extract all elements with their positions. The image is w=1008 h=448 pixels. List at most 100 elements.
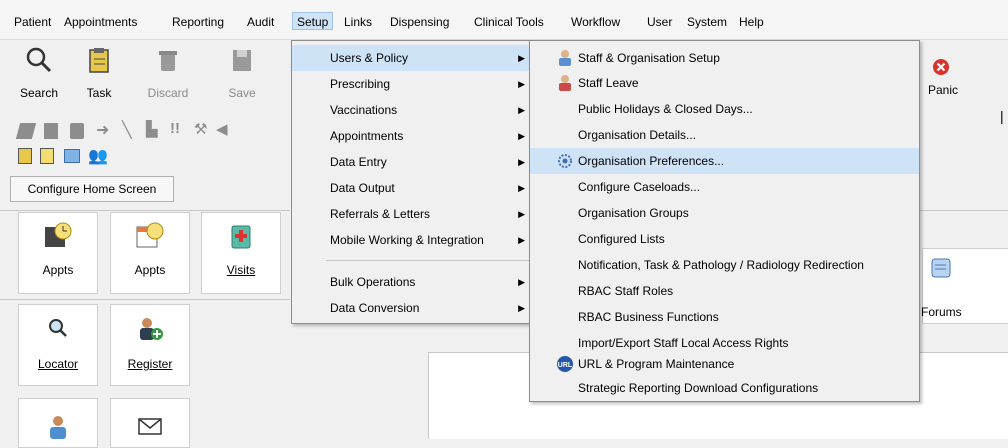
add-person-icon [140,318,163,340]
submenu-arrow-icon: ▶ [518,183,525,193]
search-icon [49,319,67,337]
submenu-arrow-icon: ▶ [518,131,525,141]
task-label: Task [86,86,112,100]
submenu-arrow-icon: ▶ [518,79,525,89]
menu-item-url-program-maintenance[interactable]: URL URL & Program Maintenance [530,351,919,377]
menu-item-staff-organisation-setup[interactable]: Staff & Organisation Setup [530,45,919,71]
visits-label: Visits [226,263,256,277]
menu-item-staff-leave[interactable]: Staff Leave [530,70,919,96]
tools-icon[interactable]: ⚒ [194,120,207,138]
menu-item-prescribing[interactable]: Prescribing ▶ [292,71,533,97]
menu-audit[interactable]: Audit [243,13,278,31]
person-tile[interactable] [18,398,98,448]
users-policy-submenu: Staff & Organisation Setup Staff Leave P… [529,40,920,402]
menu-bar: Patient Appointments Reporting Audit Set… [0,0,1008,40]
menu-workflow[interactable]: Workflow [567,13,624,31]
menu-item-bulk-operations[interactable]: Bulk Operations ▶ [292,269,533,295]
envelope-icon [138,418,162,435]
menu-item-vaccinations[interactable]: Vaccinations ▶ [292,97,533,123]
menu-item-data-conversion[interactable]: Data Conversion ▶ [292,295,533,321]
small-toolbar-row-2: 👥 [18,145,158,167]
menu-item-referrals-letters[interactable]: Referrals & Letters ▶ [292,201,533,227]
search-icon [26,47,52,73]
discard-button[interactable]: Discard [138,42,198,102]
submenu-arrow-icon: ▶ [518,277,525,287]
menu-item-organisation-groups[interactable]: Organisation Groups [530,200,919,226]
divider [0,210,290,211]
menu-item-rbac-business-functions[interactable]: RBAC Business Functions [530,304,919,330]
visits-tile[interactable]: Visits [201,212,281,294]
menu-user[interactable]: User [643,13,676,31]
menu-system[interactable]: System [683,13,731,31]
menu-item-organisation-details[interactable]: Organisation Details... [530,122,919,148]
register-label: Register [127,357,173,371]
floppy-disk-icon [233,50,251,71]
register-tile[interactable]: Register [110,304,190,386]
menu-item-data-output[interactable]: Data Output ▶ [292,175,533,201]
menu-item-rbac-staff-roles[interactable]: RBAC Staff Roles [530,278,919,304]
menu-item-organisation-preferences[interactable]: Organisation Preferences... [530,148,919,174]
sound-icon[interactable]: ◀ [216,120,228,138]
menu-item-configure-caseloads[interactable]: Configure Caseloads... [530,174,919,200]
trash-icon [159,51,177,71]
menu-clinical-tools[interactable]: Clinical Tools [470,13,548,31]
menu-separator [326,260,529,261]
chart-icon[interactable]: ▙ [146,120,158,138]
panic-icon [933,59,949,75]
submenu-arrow-icon: ▶ [518,105,525,115]
menu-setup[interactable]: Setup [292,12,334,30]
messages-tile[interactable] [110,398,190,448]
arrow-right-icon[interactable]: ➜ [96,120,109,140]
menu-links[interactable]: Links [340,13,376,31]
submenu-arrow-icon: ▶ [518,303,525,313]
task-button[interactable]: Task [74,42,124,102]
medical-bag-icon [231,225,251,249]
appts-tile-2[interactable]: Appts [110,212,190,294]
menu-item-users-policy[interactable]: Users & Policy ▶ [292,45,533,71]
forums-tile[interactable]: Forums [921,248,1008,324]
preferences-icon [558,154,572,168]
cursor-glyph: | [1000,108,1004,124]
menu-appointments[interactable]: Appointments [60,13,141,31]
discard-label: Discard [147,86,189,100]
setup-menu: Users & Policy ▶ Prescribing ▶ Vaccination… [291,40,534,324]
staff-icon [559,50,571,66]
locator-tile[interactable]: Locator [18,304,98,386]
forums-label: Forums [921,305,962,319]
document-icon[interactable] [44,123,58,139]
calendar-clock-icon [45,222,72,247]
save-button[interactable]: Save [212,42,272,102]
card-icon[interactable] [64,149,80,163]
clipboard-icon[interactable] [18,148,32,164]
measure-icon[interactable]: ╲ [122,120,132,140]
menu-patient[interactable]: Patient [10,13,55,31]
people-icon[interactable]: 👥 [88,146,108,166]
menu-help[interactable]: Help [735,13,768,31]
prescribe-icon[interactable] [15,123,37,139]
search-button[interactable]: Search [14,42,64,102]
menu-item-data-entry[interactable]: Data Entry ▶ [292,149,533,175]
menu-dispensing[interactable]: Dispensing [386,13,453,31]
forum-icon [931,258,951,278]
panic-label: Panic [928,83,959,97]
appts-tile-1[interactable]: Appts [18,212,98,294]
notes-icon[interactable] [40,148,54,164]
menu-item-public-holidays[interactable]: Public Holidays & Closed Days... [530,96,919,122]
appts-label: Appts [134,263,166,277]
person-icon [50,416,66,439]
menu-reporting[interactable]: Reporting [168,13,228,31]
menu-item-strategic-reporting[interactable]: Strategic Reporting Download Configurati… [530,375,919,401]
calendar-clock-icon [136,222,164,248]
staff-leave-icon [559,75,571,91]
search-label: Search [19,86,59,100]
configure-home-screen-button[interactable]: Configure Home Screen [10,176,174,202]
menu-item-mobile-working[interactable]: Mobile Working & Integration ▶ [292,227,533,253]
alert-icon[interactable]: !! [170,120,180,137]
menu-item-appointments[interactable]: Appointments ▶ [292,123,533,149]
svg-text:URL: URL [558,362,573,369]
menu-item-notification-redirection[interactable]: Notification, Task & Pathology / Radiolo… [530,252,919,278]
submenu-arrow-icon: ▶ [518,235,525,245]
list-icon[interactable] [70,123,84,139]
menu-item-configured-lists[interactable]: Configured Lists [530,226,919,252]
small-toolbar-row-1: ➜ ╲ ▙ !! ⚒ ◀ [15,120,288,142]
